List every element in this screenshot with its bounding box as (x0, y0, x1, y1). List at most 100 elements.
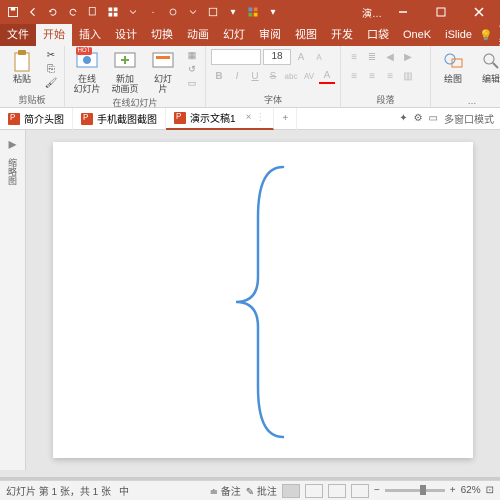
bullets-icon[interactable]: ≡ (346, 49, 362, 65)
undo-icon[interactable] (44, 3, 62, 21)
zoom-in-icon[interactable]: + (450, 485, 456, 496)
shapes-icon (441, 49, 465, 73)
underline-button[interactable]: U (247, 68, 263, 84)
italic-button[interactable]: I (229, 68, 245, 84)
bold-button[interactable]: B (211, 68, 227, 84)
doc-tab-3[interactable]: 演示文稿1×⋮ (166, 108, 274, 130)
qat-more-icon[interactable] (124, 3, 142, 21)
reset-icon[interactable]: ↺ (184, 63, 200, 76)
online-slides-button[interactable]: HOT 在线 幻灯片 (70, 49, 104, 95)
align-right-icon[interactable]: ≡ (382, 68, 398, 84)
increase-font-icon[interactable]: A (293, 49, 309, 65)
add-tab-button[interactable]: + (274, 108, 297, 130)
paste-button[interactable]: 粘贴 (5, 49, 39, 85)
tab-file[interactable]: 文件 (0, 24, 36, 46)
group-font: 18 A A B I U S abc AV A 字体 (206, 46, 341, 107)
new-animation-button[interactable]: 新加 动画页 (108, 49, 142, 95)
fit-window-icon[interactable]: ⊡ (486, 485, 494, 496)
multiwindow-label[interactable]: 多窗口模式 (444, 111, 494, 126)
save-icon[interactable] (4, 3, 22, 21)
gear-icon[interactable]: ⚙ (414, 113, 423, 124)
tab-review[interactable]: 审阅 (252, 24, 288, 46)
tab-onekey[interactable]: OneK (396, 24, 438, 46)
zoom-slider[interactable] (385, 489, 445, 492)
copy-icon[interactable]: ⎘ (43, 63, 59, 76)
reading-view-icon[interactable] (328, 484, 346, 498)
slide-icon (151, 49, 175, 73)
touch-icon[interactable] (164, 3, 182, 21)
down3-icon[interactable]: ▾ (264, 3, 282, 21)
slide-button[interactable]: 幻灯 片 (146, 49, 180, 95)
slide-canvas[interactable] (53, 142, 473, 458)
left-brace-shape[interactable] (228, 162, 308, 442)
maximize-icon[interactable] (424, 0, 458, 24)
find-icon (479, 49, 500, 73)
tab-pocket[interactable]: 口袋 (360, 24, 396, 46)
ppt-icon (81, 113, 93, 125)
tab-slideshow[interactable]: 幻灯 (216, 24, 252, 46)
zoom-value[interactable]: 62% (461, 485, 481, 496)
quick-access-toolbar: · ▾ ▾ (0, 3, 286, 21)
indent-inc-icon[interactable]: ▶ (400, 49, 416, 65)
tab-view[interactable]: 视图 (288, 24, 324, 46)
slide-counter: 幻灯片 第 1 张，共 1 张 (6, 483, 111, 498)
decrease-font-icon[interactable]: A (311, 49, 327, 65)
minimize-icon[interactable] (386, 0, 420, 24)
ppt-icon (8, 113, 20, 125)
grid-icon[interactable] (104, 3, 122, 21)
color-icon[interactable] (244, 3, 262, 21)
tab-islide[interactable]: iSlide (438, 24, 479, 46)
numbering-icon[interactable]: ≣ (364, 49, 380, 65)
spacing-button[interactable]: AV (301, 68, 317, 84)
tab-design[interactable]: 设计 (108, 24, 144, 46)
zoom-out-icon[interactable]: − (374, 485, 380, 496)
font-size-select[interactable]: 18 (263, 49, 291, 65)
ribbon: 粘贴 ✂ ⎘ 🖌 剪贴板 HOT 在线 幻灯片 新加 动画页 幻灯 片 (0, 46, 500, 108)
tab-insert[interactable]: 插入 (72, 24, 108, 46)
layout-icon[interactable]: ▦ (184, 49, 200, 62)
multiwindow-icon[interactable]: ▭ (429, 113, 438, 124)
option1-icon[interactable] (204, 3, 222, 21)
tab-developer[interactable]: 开发 (324, 24, 360, 46)
columns-icon[interactable]: ▥ (400, 68, 416, 84)
sorter-view-icon[interactable] (305, 484, 323, 498)
down2-icon[interactable]: ▾ (224, 3, 242, 21)
ppt-icon (174, 112, 186, 124)
group-slides: HOT 在线 幻灯片 新加 动画页 幻灯 片 ▦ ↺ ▭ 在线幻灯片 (65, 46, 206, 107)
redo-icon[interactable] (64, 3, 82, 21)
thumbnail-pane[interactable]: ▸ 缩略图 (0, 130, 26, 470)
cut-icon[interactable]: ✂ (43, 49, 59, 62)
font-family-select[interactable] (211, 49, 261, 65)
align-center-icon[interactable]: ≡ (364, 68, 380, 84)
comments-button[interactable]: ✎ 批注 (246, 483, 277, 498)
format-painter-icon[interactable]: 🖌 (43, 77, 59, 90)
strike-button[interactable]: S (265, 68, 281, 84)
draw-button[interactable]: 绘图 (436, 49, 470, 85)
group-paragraph: ≡ ≣ ◀ ▶ ≡ ≡ ≡ ▥ 段落 (341, 46, 431, 107)
tab-home[interactable]: 开始 (36, 24, 72, 46)
ribbon-tabs: 文件 开始 插入 设计 切换 动画 幻灯 审阅 视图 开发 口袋 OneK iS… (0, 24, 500, 46)
doc-tab-2[interactable]: 手机截图截图 (73, 108, 166, 130)
tab-transitions[interactable]: 切换 (144, 24, 180, 46)
close-tab-icon[interactable]: × (246, 112, 252, 123)
edit-button[interactable]: 编辑 (474, 49, 500, 85)
section-icon[interactable]: ▭ (184, 77, 200, 90)
shadow-button[interactable]: abc (283, 68, 299, 84)
normal-view-icon[interactable] (282, 484, 300, 498)
font-color-icon[interactable]: A (319, 68, 335, 84)
doc-tab-1[interactable]: 简介头图 (0, 108, 73, 130)
tab-animations[interactable]: 动画 (180, 24, 216, 46)
tellme-icon[interactable]: 💡 (479, 29, 493, 42)
title-bar: · ▾ ▾ 演… (0, 0, 500, 24)
back-icon[interactable] (24, 3, 42, 21)
slideshow-view-icon[interactable] (351, 484, 369, 498)
star-icon[interactable]: ✦ (399, 113, 407, 124)
lang-indicator[interactable]: 中 (119, 483, 129, 498)
new-icon[interactable] (84, 3, 102, 21)
indent-dec-icon[interactable]: ◀ (382, 49, 398, 65)
notes-button[interactable]: ≐ 备注 (210, 483, 241, 498)
align-left-icon[interactable]: ≡ (346, 68, 362, 84)
slide-area[interactable] (26, 130, 500, 470)
down-icon[interactable] (184, 3, 202, 21)
close-icon[interactable] (462, 0, 496, 24)
